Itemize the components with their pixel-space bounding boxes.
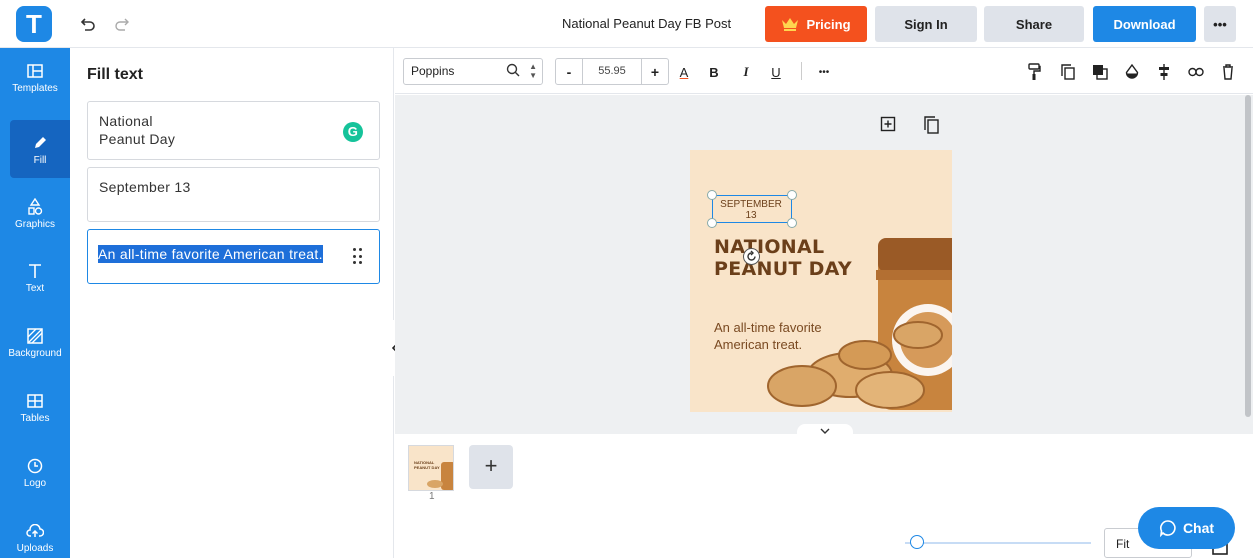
- thumbnail-jar-illustration: [427, 462, 453, 490]
- selection-box[interactable]: [712, 195, 792, 223]
- pricing-button[interactable]: Pricing: [765, 6, 867, 42]
- table-icon: [27, 391, 43, 411]
- resize-handle[interactable]: [787, 218, 797, 228]
- align-icon[interactable]: [1155, 62, 1173, 82]
- fill-field-subtitle[interactable]: An all-time favorite American treat.: [87, 229, 380, 284]
- drag-handle-icon[interactable]: [353, 248, 363, 266]
- chat-button[interactable]: Chat: [1138, 507, 1235, 549]
- upload-cloud-icon: [26, 521, 44, 541]
- sidebar-item-label: Fill: [33, 154, 47, 166]
- pricing-label: Pricing: [806, 16, 851, 32]
- resize-handle[interactable]: [707, 218, 717, 228]
- subtitle-line: American treat.: [714, 337, 803, 352]
- peanut-butter-jar-illustration: [767, 238, 952, 410]
- link-icon[interactable]: [1187, 62, 1205, 82]
- sidebar-item-templates[interactable]: Templates: [0, 48, 70, 106]
- sidebar-item-label: Text: [25, 282, 45, 294]
- subtitle-line: An all-time favorite: [714, 320, 822, 335]
- sidebar-item-label: Uploads: [16, 542, 54, 554]
- resize-handle[interactable]: [787, 190, 797, 200]
- paint-format-icon[interactable]: [1025, 62, 1043, 82]
- title-line: PEANUT DAY: [714, 258, 852, 280]
- underline-button[interactable]: U: [769, 62, 783, 82]
- add-page-icon[interactable]: [880, 116, 896, 137]
- trash-icon[interactable]: [1219, 62, 1237, 82]
- sidebar-item-logo[interactable]: Logo: [0, 443, 70, 501]
- font-size-increase-button[interactable]: +: [642, 64, 668, 80]
- grammarly-icon[interactable]: G: [343, 122, 363, 142]
- duplicate-page-icon[interactable]: [924, 116, 940, 139]
- top-bar: T National Peanut Day FB Post Pricing Si…: [0, 0, 1253, 48]
- sidebar-item-background[interactable]: Background: [0, 313, 70, 371]
- add-page-button[interactable]: +: [469, 445, 513, 489]
- chat-label: Chat: [1182, 520, 1215, 536]
- rotate-icon[interactable]: [743, 248, 760, 265]
- italic-button[interactable]: I: [739, 62, 753, 82]
- font-family-select[interactable]: Poppins ▲ ▼: [403, 58, 543, 85]
- background-icon: [27, 326, 43, 346]
- sidebar-item-fill[interactable]: Fill: [10, 120, 70, 178]
- download-button[interactable]: Download: [1093, 6, 1196, 42]
- zoom-slider-handle[interactable]: [909, 535, 924, 549]
- chevron-down-icon: [820, 428, 830, 434]
- more-options-button[interactable]: •••: [1204, 6, 1236, 42]
- zoom-slider[interactable]: [905, 542, 1091, 544]
- text-icon: [28, 261, 42, 281]
- font-size-input[interactable]: 55.95: [582, 59, 642, 84]
- templates-icon: [27, 61, 43, 81]
- field-value: An all-time favorite American treat.: [98, 245, 323, 263]
- field-line: National: [99, 113, 153, 129]
- page-thumbnail[interactable]: NATIONAL PEANUT DAY: [408, 445, 454, 491]
- search-icon: [506, 63, 520, 77]
- font-family-value: Poppins: [411, 64, 455, 78]
- font-size-control: - 55.95 +: [555, 58, 669, 85]
- shapes-icon: [27, 197, 43, 217]
- sidebar-item-text[interactable]: Text: [0, 248, 70, 306]
- sidebar-item-graphics[interactable]: Graphics: [0, 184, 70, 242]
- duplicate-icon[interactable]: [1059, 62, 1077, 82]
- undo-icon[interactable]: [74, 10, 102, 38]
- opacity-icon[interactable]: [1123, 62, 1141, 82]
- chat-bubble-icon: [1159, 520, 1176, 537]
- field-value: September 13: [99, 179, 191, 195]
- fill-text-panel: Fill text National Peanut Day G Septembe…: [70, 48, 394, 558]
- crown-icon: [782, 18, 799, 31]
- logo-icon: [27, 456, 43, 476]
- sidebar-item-tables[interactable]: Tables: [0, 378, 70, 436]
- sidebar-item-label: Graphics: [14, 218, 55, 230]
- design-title-text[interactable]: NATIONAL PEANUT DAY: [714, 236, 852, 280]
- fill-field-date[interactable]: September 13: [87, 167, 380, 222]
- toolbar-divider: [801, 62, 802, 80]
- title-line: NATIONAL: [714, 236, 825, 258]
- sidebar-item-uploads[interactable]: Uploads: [0, 508, 70, 558]
- redo-icon[interactable]: [108, 10, 136, 38]
- sidebar-item-label: Templates: [12, 82, 58, 94]
- fill-field-title[interactable]: National Peanut Day G: [87, 101, 380, 160]
- font-stepper-icon[interactable]: ▲ ▼: [529, 62, 537, 80]
- font-size-decrease-button[interactable]: -: [556, 64, 582, 80]
- bold-button[interactable]: B: [707, 62, 721, 82]
- text-toolbar: Poppins ▲ ▼ - 55.95 + A B I U •••: [395, 48, 1253, 94]
- sidebar-item-label: Logo: [23, 477, 47, 489]
- text-color-letter: A: [679, 64, 689, 80]
- sidebar-item-label: Tables: [20, 412, 50, 424]
- share-button[interactable]: Share: [984, 6, 1084, 42]
- design-canvas[interactable]: SEPTEMBER 13 NATIONAL PEANUT DAY An all-…: [690, 150, 952, 412]
- sidebar-item-label: Background: [8, 347, 62, 359]
- design-subtitle-text[interactable]: An all-time favorite American treat.: [714, 319, 822, 353]
- canvas-scrollbar[interactable]: [1245, 95, 1251, 417]
- text-color-button[interactable]: A: [675, 62, 693, 82]
- pencil-icon: [32, 133, 48, 153]
- page-number: 1: [429, 491, 435, 502]
- resize-handle[interactable]: [707, 190, 717, 200]
- more-text-options-button[interactable]: •••: [815, 62, 833, 82]
- left-sidebar: Templates Fill Graphics Text Background …: [0, 48, 70, 558]
- panel-title: Fill text: [87, 66, 144, 83]
- sign-in-button[interactable]: Sign In: [875, 6, 977, 42]
- layer-order-icon[interactable]: [1091, 62, 1109, 82]
- app-logo[interactable]: T: [16, 6, 52, 42]
- field-line: Peanut Day: [99, 131, 176, 147]
- collapse-pages-button[interactable]: [797, 424, 853, 438]
- document-title[interactable]: National Peanut Day FB Post: [562, 16, 731, 31]
